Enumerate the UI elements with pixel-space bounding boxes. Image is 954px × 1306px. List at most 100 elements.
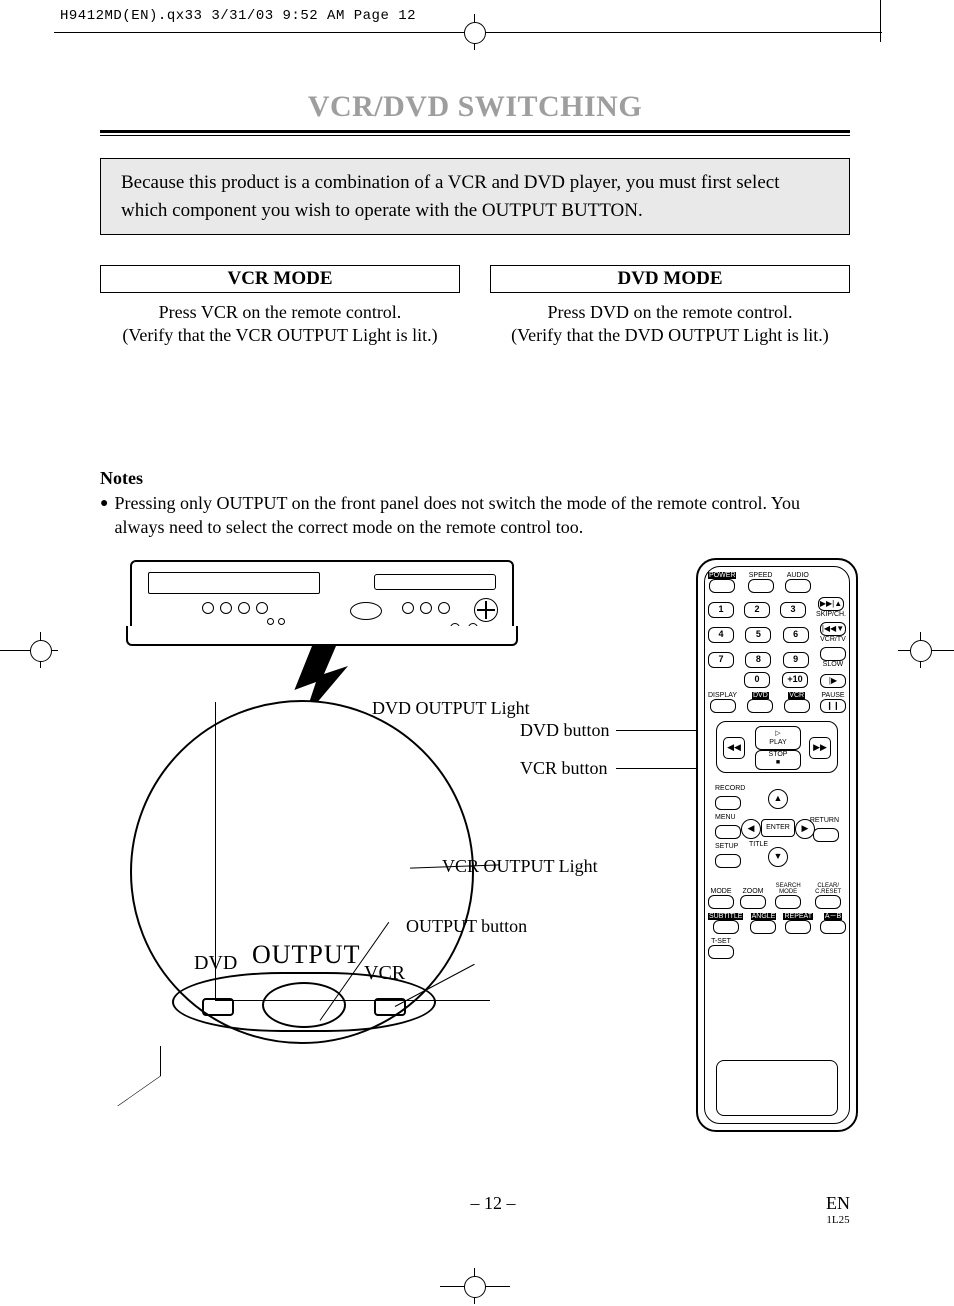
registration-mark-icon [902,632,938,668]
remote-display-label: DISPLAY [708,692,737,699]
vcr-mode-column: VCR MODE Press VCR on the remote control… [100,265,460,348]
remote-num-9: 9 [783,652,809,668]
page-footer: – 12 – EN 1L25 [100,1193,850,1226]
callout-vcr-button: VCR button [520,758,608,779]
remote-clear-label: CLEAR/ C.RESET [810,883,846,895]
crop-header-text: H9412MD(EN).qx33 3/31/03 9:52 AM Page 12 [60,8,416,24]
callout-dvd-light: DVD OUTPUT Light [372,698,530,719]
remote-audio-label: AUDIO [787,572,809,579]
callout-output-button: OUTPUT button [406,916,527,937]
remote-speed-button [748,579,774,593]
remote-subtitle-label: SUBTITLE [708,913,743,920]
remote-skip-back-button: |◀◀▼ [820,622,846,636]
remote-dvd-button [747,699,773,713]
remote-angle-label: ANGLE [751,913,777,920]
dvd-mode-column: DVD MODE Press DVD on the remote control… [490,265,850,348]
remote-speed-label: SPEED [749,572,773,579]
remote-ff-button: ▶▶ [809,737,831,759]
remote-num-8: 8 [745,652,771,668]
zoom-output-label: OUTPUT [252,940,361,970]
callout-line [117,1076,161,1106]
remote-vcr-label: VCR [788,692,805,699]
footer-code: 1L25 [826,1214,850,1226]
vcr-mode-line2: (Verify that the VCR OUTPUT Light is lit… [100,324,460,347]
remote-display-button [710,699,736,713]
remote-tset-label: T-SET [711,938,731,945]
callout-line [215,1000,490,1001]
registration-mark-icon [456,14,492,50]
remote-transport-pad: ◀◀ ▷PLAY STOP■ ▶▶ [716,721,838,773]
remote-search-label: SEARCH MODE [772,883,804,895]
remote-zoom-label: ZOOM [743,888,764,895]
remote-tset-button [708,945,734,959]
remote-angle-button [750,920,776,934]
remote-left-button: ◀ [741,819,761,839]
remote-rew-button: ◀◀ [723,737,745,759]
remote-dvd-label: DVD [752,692,769,699]
remote-mode-button [708,895,734,909]
remote-ab-button [820,920,846,934]
remote-control-illustration: POWER SPEED AUDIO 1 2 3 ▶▶|▲SKIP/CH. 4 5… [696,558,858,1132]
remote-enter-button: ENTER [761,819,795,837]
remote-zoom-button [740,895,766,909]
dvd-mode-line2: (Verify that the DVD OUTPUT Light is lit… [490,324,850,347]
page-title: VCR/DVD SWITCHING [100,90,850,124]
player-unit-illustration [130,560,514,644]
remote-ir-window [716,1060,838,1116]
remote-num-3: 3 [780,602,806,618]
remote-return-label: RETURN [810,817,839,824]
callout-vcr-light: VCR OUTPUT Light [442,856,598,877]
remote-num-plus10: +10 [782,672,808,688]
remote-skipch-label: SKIP/CH. [816,611,846,618]
remote-num-2: 2 [744,602,770,618]
remote-audio-button [785,579,811,593]
callout-dvd-button: DVD button [520,720,610,741]
remote-vcrtv-label: VCR/TV [820,636,846,643]
dvd-mode-heading: DVD MODE [490,265,850,293]
remote-num-7: 7 [708,652,734,668]
remote-subtitle-button [713,920,739,934]
remote-num-1: 1 [708,602,734,618]
crop-mark [880,0,881,42]
remote-menu-button [715,825,741,839]
remote-slow-label: SLOW [823,661,844,668]
dvd-mode-line1: Press DVD on the remote control. [490,301,850,324]
remote-repeat-button [785,920,811,934]
remote-ab-label: A－B [824,913,842,920]
remote-power-button [709,579,735,593]
remote-setup-button [715,854,741,868]
remote-menu-label: MENU [715,814,736,821]
remote-pause-label: PAUSE [821,692,844,699]
vcr-mode-heading: VCR MODE [100,265,460,293]
remote-num-0: 0 [744,672,770,688]
remote-setup-label: SETUP [715,843,738,850]
divider [100,135,850,136]
remote-repeat-label: REPEAT [783,913,813,920]
remote-mode-label: MODE [711,888,732,895]
vcr-mode-line1: Press VCR on the remote control. [100,301,460,324]
registration-mark-icon [22,632,58,668]
remote-record-button [715,796,741,810]
remote-pause-button: ❙❙ [820,699,846,713]
intro-box: Because this product is a combination of… [100,158,850,235]
callout-line [160,1046,161,1076]
remote-clear-button [815,895,841,909]
remote-record-label: RECORD [715,785,745,792]
remote-return-button [813,828,839,842]
notes-heading: Notes [100,468,850,489]
divider [100,130,850,133]
bullet-icon: ● [100,491,114,514]
remote-num-4: 4 [708,627,734,643]
remote-title-label: TITLE [749,841,768,848]
remote-power-label: POWER [708,572,736,579]
registration-mark-icon [456,1268,492,1304]
remote-up-button: ▲ [768,789,788,809]
notes-section: Notes ● Pressing only OUTPUT on the fron… [100,468,850,540]
remote-nav-cluster: RECORD MENU SETUP ▲ ◀ ENTER ▶ ▼ RETURN T… [715,783,839,879]
page-number: – 12 – [160,1193,826,1226]
remote-num-6: 6 [783,627,809,643]
remote-down-button: ▼ [768,847,788,867]
remote-num-5: 5 [745,627,771,643]
notes-item-text: Pressing only OUTPUT on the front panel … [114,491,850,540]
footer-lang: EN [826,1193,850,1213]
